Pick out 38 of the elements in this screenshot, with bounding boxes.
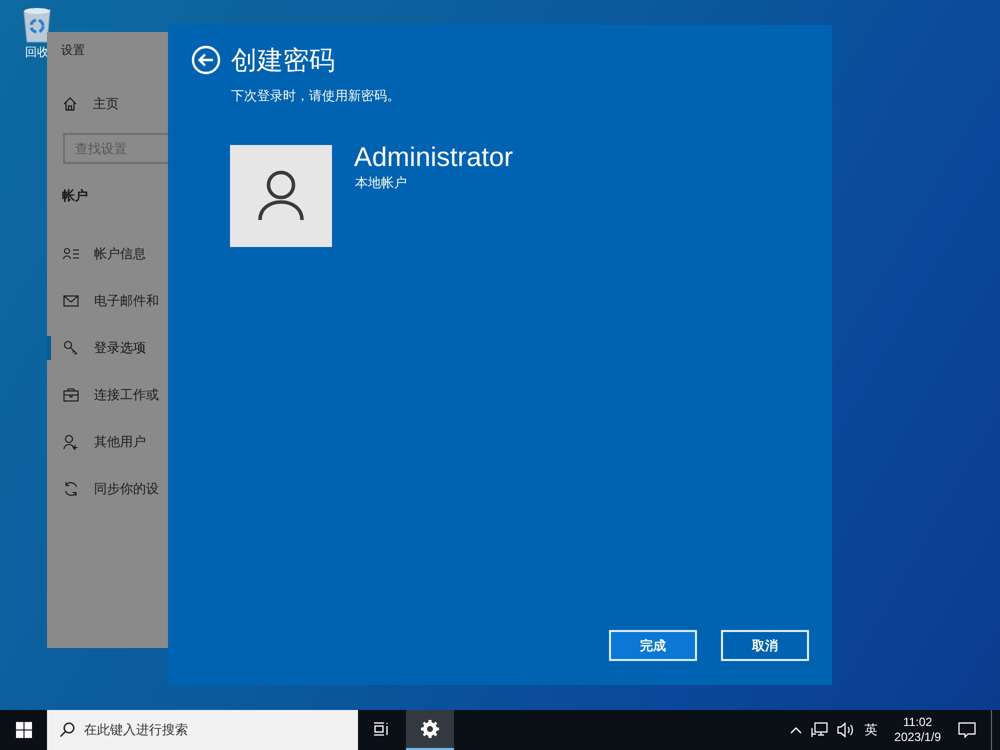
notification-icon[interactable] xyxy=(958,722,976,738)
person-add-icon xyxy=(63,434,79,450)
nav-item[interactable]: 帐户信息 xyxy=(94,244,146,264)
briefcase-icon xyxy=(63,387,79,403)
network-icon[interactable] xyxy=(811,722,828,738)
nav-item[interactable]: 电子邮件和 xyxy=(94,291,159,311)
mail-icon xyxy=(63,293,79,309)
chevron-up-icon[interactable] xyxy=(790,726,802,734)
nav-item[interactable]: 连接工作或 xyxy=(94,385,159,405)
clock-time[interactable]: 11:02 xyxy=(903,715,932,730)
back-icon[interactable] xyxy=(191,45,221,75)
account-name: Administrator xyxy=(354,141,514,174)
person-list-icon xyxy=(63,246,79,262)
home-link[interactable]: 主页 xyxy=(93,94,119,114)
nav-item[interactable]: 其他用户 xyxy=(94,432,146,452)
section-heading: 帐户 xyxy=(62,187,88,205)
nav-item[interactable]: 登录选项 xyxy=(94,338,146,358)
dialog-title: 创建密码 xyxy=(231,47,335,73)
nav-item[interactable]: 同步你的设 xyxy=(94,479,159,499)
home-icon xyxy=(62,96,78,112)
volume-icon[interactable] xyxy=(837,722,856,738)
done-button[interactable]: 完成 xyxy=(609,630,697,661)
search-icon xyxy=(59,722,75,738)
window-title: 设置 xyxy=(61,42,85,59)
taskbar-search-field[interactable]: 在此键入进行搜索 xyxy=(84,720,344,740)
taskbar-search-box[interactable]: 在此键入进行搜索 xyxy=(47,710,358,750)
person-icon xyxy=(257,170,305,222)
settings-icon xyxy=(421,720,439,738)
key-icon xyxy=(63,340,79,356)
desktop-icon-label[interactable]: 回收 xyxy=(25,46,49,58)
input-method-indicator[interactable]: 英 xyxy=(864,720,878,740)
dialog-subtitle: 下次登录时，请使用新密码。 xyxy=(231,87,400,105)
taskbar-button[interactable] xyxy=(406,710,454,750)
clock-date[interactable]: 2023/1/9 xyxy=(894,730,941,745)
cancel-button[interactable]: 取消 xyxy=(721,630,809,661)
account-type: 本地帐户 xyxy=(355,174,407,192)
sync-icon xyxy=(63,481,79,497)
start-icon[interactable] xyxy=(16,722,32,738)
